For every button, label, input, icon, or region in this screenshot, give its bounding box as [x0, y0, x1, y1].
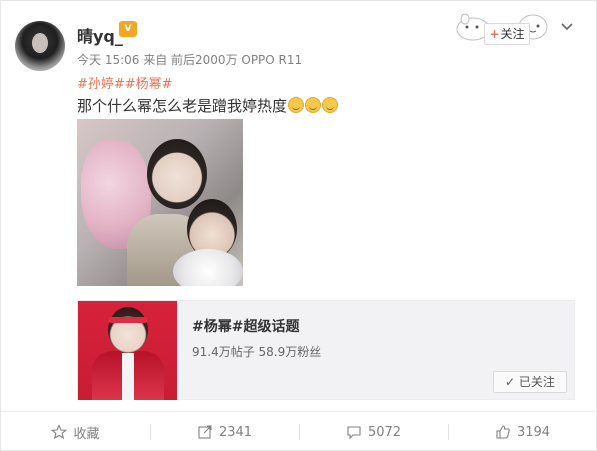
share-count: 2341 [218, 424, 253, 440]
like-icon [496, 425, 510, 439]
weibo-post: 晴yq_ V +关注 今天 15:06 来自 前后2000万 OPPO R11 … [0, 0, 597, 451]
action-bar: 收藏 2341 5072 3194 [1, 412, 597, 451]
smile-emoji-icon [288, 97, 305, 113]
vip-badge-icon[interactable]: V [119, 21, 137, 37]
thumb-head [108, 307, 148, 353]
avatar[interactable] [15, 21, 65, 71]
topic-stats: 91.4万帖子 58.9万粉丝 [192, 345, 322, 359]
smile-emoji-icon [322, 97, 339, 113]
like-count: 3194 [516, 424, 551, 440]
post-text: 那个什么幂怎么老是蹭我婷热度 [77, 97, 288, 115]
username[interactable]: 晴yq_ [77, 23, 123, 47]
post-text-row: 那个什么幂怎么老是蹭我婷热度 [77, 95, 339, 116]
followed-label: 已关注 [518, 375, 555, 389]
photo-person [147, 139, 207, 209]
post-meta: 今天 15:06 来自 前后2000万 OPPO R11 [77, 53, 303, 67]
like-button[interactable]: 3194 [448, 412, 597, 451]
comment-icon [347, 426, 361, 440]
chevron-down-icon[interactable] [559, 18, 575, 34]
hashtag-links[interactable]: #孙婷##杨幂# [77, 73, 173, 92]
post-photo[interactable] [77, 119, 243, 286]
share-button[interactable]: 2341 [150, 412, 299, 451]
favorite-label: 收藏 [73, 426, 100, 442]
comment-button[interactable]: 5072 [299, 412, 448, 451]
topic-title[interactable]: #杨幂#超级话题 [192, 316, 299, 336]
smile-emoji-icon [305, 97, 322, 113]
check-icon: ✓ [505, 375, 519, 389]
comment-count: 5072 [367, 424, 402, 440]
star-icon [51, 424, 68, 440]
follow-label: 关注 [500, 27, 525, 41]
photo-flowers [173, 249, 243, 286]
follow-button[interactable]: +关注 [484, 23, 530, 45]
thumb-headband [108, 317, 148, 323]
topic-thumbnail [78, 301, 177, 400]
thumb-stripe [122, 353, 134, 400]
followed-button[interactable]: ✓ 已关注 [493, 371, 567, 393]
share-icon [198, 425, 212, 439]
favorite-button[interactable]: 收藏 [1, 412, 150, 451]
plus-icon: + [489, 27, 500, 41]
avatar-face [32, 33, 48, 53]
